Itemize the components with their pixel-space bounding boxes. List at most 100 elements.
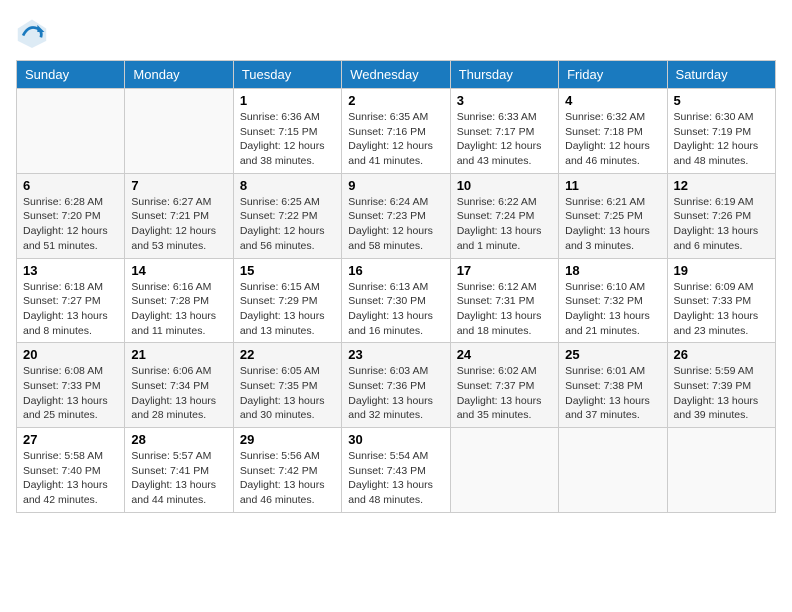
day-number: 9 [348, 178, 443, 193]
calendar-table: SundayMondayTuesdayWednesdayThursdayFrid… [16, 60, 776, 513]
calendar-cell: 15 Sunrise: 6:15 AM Sunset: 7:29 PM Dayli… [233, 258, 341, 343]
logo-icon [16, 16, 48, 48]
day-info: Sunrise: 6:28 AM Sunset: 7:20 PM Dayligh… [23, 195, 118, 254]
calendar-week-row: 20 Sunrise: 6:08 AM Sunset: 7:33 PM Dayli… [17, 343, 776, 428]
calendar-cell: 24 Sunrise: 6:02 AM Sunset: 7:37 PM Dayli… [450, 343, 558, 428]
day-info: Sunrise: 5:59 AM Sunset: 7:39 PM Dayligh… [674, 364, 769, 423]
day-info: Sunrise: 6:27 AM Sunset: 7:21 PM Dayligh… [131, 195, 226, 254]
calendar-cell: 1 Sunrise: 6:36 AM Sunset: 7:15 PM Daylig… [233, 89, 341, 174]
day-info: Sunrise: 5:54 AM Sunset: 7:43 PM Dayligh… [348, 449, 443, 508]
day-info: Sunrise: 6:36 AM Sunset: 7:15 PM Dayligh… [240, 110, 335, 169]
calendar-cell: 17Sunrise: 6:12 AM Sunset: 7:31 PM Dayli… [450, 258, 558, 343]
day-number: 6 [23, 178, 118, 193]
day-info: Sunrise: 5:58 AM Sunset: 7:40 PM Dayligh… [23, 449, 118, 508]
day-info: Sunrise: 6:22 AM Sunset: 7:24 PM Dayligh… [457, 195, 552, 254]
calendar-cell: 8Sunrise: 6:25 AM Sunset: 7:22 PM Daylig… [233, 173, 341, 258]
day-info: Sunrise: 6:18 AM Sunset: 7:27 PM Dayligh… [23, 280, 118, 339]
day-number: 27 [23, 432, 118, 447]
calendar-cell: 11 Sunrise: 6:21 AM Sunset: 7:25 PM Dayli… [559, 173, 667, 258]
day-info: Sunrise: 5:56 AM Sunset: 7:42 PM Dayligh… [240, 449, 335, 508]
calendar-cell: 30 Sunrise: 5:54 AM Sunset: 7:43 PM Dayli… [342, 428, 450, 513]
calendar-cell: 22 Sunrise: 6:05 AM Sunset: 7:35 PM Dayli… [233, 343, 341, 428]
day-number: 21 [131, 347, 226, 362]
calendar-cell: 18 Sunrise: 6:10 AM Sunset: 7:32 PM Dayli… [559, 258, 667, 343]
calendar-week-row: 1 Sunrise: 6:36 AM Sunset: 7:15 PM Daylig… [17, 89, 776, 174]
day-info: Sunrise: 6:16 AM Sunset: 7:28 PM Dayligh… [131, 280, 226, 339]
day-number: 20 [23, 347, 118, 362]
calendar-cell [125, 89, 233, 174]
day-number: 2 [348, 93, 443, 108]
calendar-cell: 27 Sunrise: 5:58 AM Sunset: 7:40 PM Dayli… [17, 428, 125, 513]
day-number: 29 [240, 432, 335, 447]
day-number: 11 [565, 178, 660, 193]
calendar-cell [450, 428, 558, 513]
calendar-cell: 4 Sunrise: 6:32 AM Sunset: 7:18 PM Daylig… [559, 89, 667, 174]
day-info: Sunrise: 6:08 AM Sunset: 7:33 PM Dayligh… [23, 364, 118, 423]
day-number: 10 [457, 178, 552, 193]
day-info: Sunrise: 6:33 AM Sunset: 7:17 PM Dayligh… [457, 110, 552, 169]
calendar-cell: 20 Sunrise: 6:08 AM Sunset: 7:33 PM Dayli… [17, 343, 125, 428]
day-info: Sunrise: 6:03 AM Sunset: 7:36 PM Dayligh… [348, 364, 443, 423]
day-info: Sunrise: 5:57 AM Sunset: 7:41 PM Dayligh… [131, 449, 226, 508]
calendar-week-row: 27 Sunrise: 5:58 AM Sunset: 7:40 PM Dayli… [17, 428, 776, 513]
calendar-cell: 9 Sunrise: 6:24 AM Sunset: 7:23 PM Daylig… [342, 173, 450, 258]
calendar-cell: 2 Sunrise: 6:35 AM Sunset: 7:16 PM Daylig… [342, 89, 450, 174]
day-number: 3 [457, 93, 552, 108]
calendar-cell: 19Sunrise: 6:09 AM Sunset: 7:33 PM Dayli… [667, 258, 775, 343]
day-info: Sunrise: 6:35 AM Sunset: 7:16 PM Dayligh… [348, 110, 443, 169]
day-number: 16 [348, 263, 443, 278]
calendar-cell: 3 Sunrise: 6:33 AM Sunset: 7:17 PM Daylig… [450, 89, 558, 174]
calendar-cell: 29 Sunrise: 5:56 AM Sunset: 7:42 PM Dayli… [233, 428, 341, 513]
day-header-sunday: Sunday [17, 61, 125, 89]
day-header-wednesday: Wednesday [342, 61, 450, 89]
day-info: Sunrise: 6:32 AM Sunset: 7:18 PM Dayligh… [565, 110, 660, 169]
day-info: Sunrise: 6:13 AM Sunset: 7:30 PM Dayligh… [348, 280, 443, 339]
day-info: Sunrise: 6:02 AM Sunset: 7:37 PM Dayligh… [457, 364, 552, 423]
calendar-header-row: SundayMondayTuesdayWednesdayThursdayFrid… [17, 61, 776, 89]
day-info: Sunrise: 6:25 AM Sunset: 7:22 PM Dayligh… [240, 195, 335, 254]
day-header-thursday: Thursday [450, 61, 558, 89]
calendar-cell: 7 Sunrise: 6:27 AM Sunset: 7:21 PM Daylig… [125, 173, 233, 258]
logo [16, 16, 52, 48]
day-number: 18 [565, 263, 660, 278]
calendar-cell: 23 Sunrise: 6:03 AM Sunset: 7:36 PM Dayli… [342, 343, 450, 428]
day-number: 14 [131, 263, 226, 278]
calendar-cell: 26 Sunrise: 5:59 AM Sunset: 7:39 PM Dayli… [667, 343, 775, 428]
day-info: Sunrise: 6:21 AM Sunset: 7:25 PM Dayligh… [565, 195, 660, 254]
day-info: Sunrise: 6:05 AM Sunset: 7:35 PM Dayligh… [240, 364, 335, 423]
day-header-tuesday: Tuesday [233, 61, 341, 89]
day-number: 28 [131, 432, 226, 447]
page-header [16, 16, 776, 48]
day-number: 23 [348, 347, 443, 362]
day-number: 7 [131, 178, 226, 193]
day-info: Sunrise: 6:19 AM Sunset: 7:26 PM Dayligh… [674, 195, 769, 254]
calendar-week-row: 6 Sunrise: 6:28 AM Sunset: 7:20 PM Daylig… [17, 173, 776, 258]
day-info: Sunrise: 6:06 AM Sunset: 7:34 PM Dayligh… [131, 364, 226, 423]
day-number: 25 [565, 347, 660, 362]
calendar-cell: 21 Sunrise: 6:06 AM Sunset: 7:34 PM Dayli… [125, 343, 233, 428]
day-number: 1 [240, 93, 335, 108]
calendar-cell [559, 428, 667, 513]
calendar-cell: 13 Sunrise: 6:18 AM Sunset: 7:27 PM Dayli… [17, 258, 125, 343]
calendar-cell: 28 Sunrise: 5:57 AM Sunset: 7:41 PM Dayli… [125, 428, 233, 513]
calendar-cell: 10 Sunrise: 6:22 AM Sunset: 7:24 PM Dayli… [450, 173, 558, 258]
calendar-cell [17, 89, 125, 174]
day-number: 30 [348, 432, 443, 447]
day-info: Sunrise: 6:24 AM Sunset: 7:23 PM Dayligh… [348, 195, 443, 254]
calendar-cell: 6 Sunrise: 6:28 AM Sunset: 7:20 PM Daylig… [17, 173, 125, 258]
day-header-friday: Friday [559, 61, 667, 89]
day-number: 13 [23, 263, 118, 278]
day-number: 24 [457, 347, 552, 362]
calendar-cell: 25 Sunrise: 6:01 AM Sunset: 7:38 PM Dayli… [559, 343, 667, 428]
calendar-cell: 12 Sunrise: 6:19 AM Sunset: 7:26 PM Dayli… [667, 173, 775, 258]
day-number: 26 [674, 347, 769, 362]
day-header-saturday: Saturday [667, 61, 775, 89]
day-number: 4 [565, 93, 660, 108]
day-info: Sunrise: 6:10 AM Sunset: 7:32 PM Dayligh… [565, 280, 660, 339]
day-number: 22 [240, 347, 335, 362]
day-info: Sunrise: 6:15 AM Sunset: 7:29 PM Dayligh… [240, 280, 335, 339]
day-number: 15 [240, 263, 335, 278]
day-number: 12 [674, 178, 769, 193]
day-info: Sunrise: 6:01 AM Sunset: 7:38 PM Dayligh… [565, 364, 660, 423]
day-info: Sunrise: 6:09 AM Sunset: 7:33 PM Dayligh… [674, 280, 769, 339]
